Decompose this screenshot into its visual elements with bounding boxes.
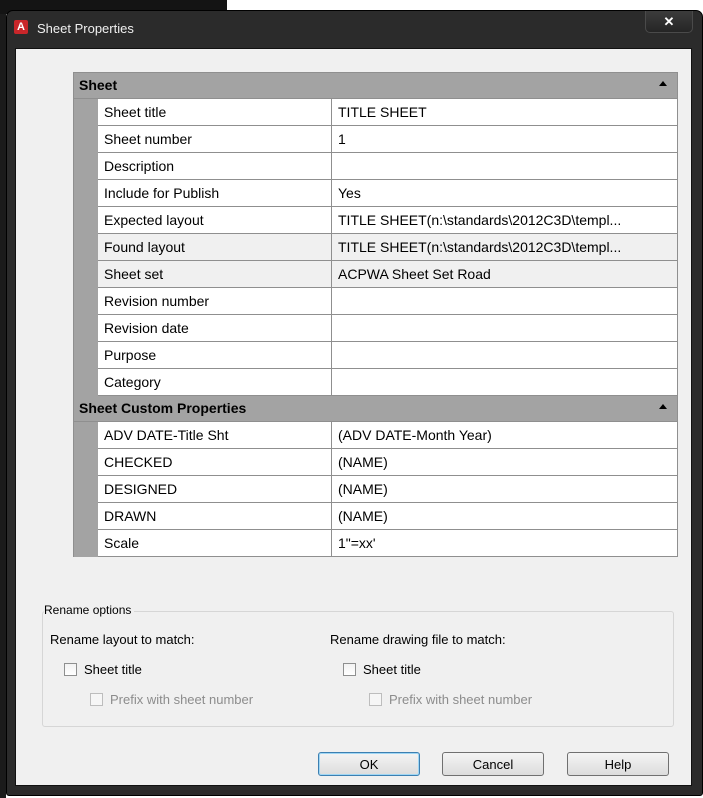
property-row[interactable]: Description (74, 153, 677, 180)
property-name[interactable]: Purpose (98, 342, 332, 369)
property-value[interactable]: (NAME) (332, 503, 677, 530)
property-name[interactable]: DESIGNED (98, 476, 332, 503)
row-gutter (74, 207, 98, 234)
ok-button[interactable]: OK (318, 752, 420, 776)
rename-file-label: Rename drawing file to match: (330, 632, 506, 647)
property-row[interactable]: Include for Publish Yes (74, 180, 677, 207)
row-gutter (74, 530, 98, 557)
property-name[interactable]: Scale (98, 530, 332, 557)
property-value[interactable]: ACPWA Sheet Set Road (332, 261, 677, 288)
row-gutter (74, 503, 98, 530)
help-button[interactable]: Help (567, 752, 669, 776)
property-row[interactable]: Purpose (74, 342, 677, 369)
property-row[interactable]: Category (74, 369, 677, 396)
layout-prefix-checkbox[interactable] (90, 693, 103, 706)
property-name[interactable]: Sheet set (98, 261, 332, 288)
property-name[interactable]: Category (98, 369, 332, 396)
layout-sheet-title-label[interactable]: Sheet title (84, 662, 142, 677)
property-value[interactable] (332, 315, 677, 342)
row-gutter (74, 261, 98, 288)
property-row[interactable]: DESIGNED (NAME) (74, 476, 677, 503)
category-sheet[interactable]: Sheet (74, 73, 677, 99)
rename-options-group: Rename options Rename layout to match: R… (42, 603, 674, 727)
property-value[interactable] (332, 153, 677, 180)
file-sheet-title-checkbox[interactable] (343, 663, 356, 676)
property-grid[interactable]: Sheet Sheet title TITLE SHEET Sheet number… (73, 72, 678, 557)
property-value[interactable]: TITLE SHEET (332, 99, 677, 126)
property-row[interactable]: Sheet set ACPWA Sheet Set Road (74, 261, 677, 288)
cancel-button[interactable]: Cancel (442, 752, 544, 776)
property-row[interactable]: Sheet number 1 (74, 126, 677, 153)
property-row[interactable]: Revision number (74, 288, 677, 315)
property-value[interactable]: Yes (332, 180, 677, 207)
file-sheet-title-label[interactable]: Sheet title (363, 662, 421, 677)
row-gutter (74, 369, 98, 396)
property-row[interactable]: Found layout TITLE SHEET(n:\standards\201… (74, 234, 677, 261)
layout-prefix-label[interactable]: Prefix with sheet number (110, 692, 253, 707)
category-label: Sheet Custom Properties (79, 400, 247, 416)
property-name[interactable]: ADV DATE-Title Sht (98, 422, 332, 449)
row-gutter (74, 288, 98, 315)
layout-sheet-title-checkbox[interactable] (64, 663, 77, 676)
property-value[interactable]: (ADV DATE-Month Year) (332, 422, 677, 449)
dialog-title: Sheet Properties (37, 21, 134, 36)
property-row[interactable]: ADV DATE-Title Sht (ADV DATE-Month Year) (74, 422, 677, 449)
property-name[interactable]: CHECKED (98, 449, 332, 476)
row-gutter (74, 315, 98, 342)
property-name[interactable]: Sheet number (98, 126, 332, 153)
rename-layout-label: Rename layout to match: (50, 632, 195, 647)
row-gutter (74, 449, 98, 476)
autocad-app-icon: A (14, 20, 28, 34)
property-name[interactable]: DRAWN (98, 503, 332, 530)
property-row[interactable]: Revision date (74, 315, 677, 342)
collapse-arrow-icon[interactable] (659, 404, 667, 409)
property-value[interactable]: TITLE SHEET(n:\standards\2012C3D\templ..… (332, 207, 677, 234)
category-sheet-custom-properties[interactable]: Sheet Custom Properties (74, 396, 677, 422)
property-name[interactable]: Expected layout (98, 207, 332, 234)
property-name[interactable]: Revision date (98, 315, 332, 342)
property-row[interactable]: Scale 1"=xx' (74, 530, 677, 557)
category-label: Sheet (79, 77, 118, 93)
property-value[interactable] (332, 342, 677, 369)
row-gutter (74, 126, 98, 153)
property-value[interactable]: (NAME) (332, 476, 677, 503)
property-value[interactable]: TITLE SHEET(n:\standards\2012C3D\templ..… (332, 234, 677, 261)
property-row[interactable]: Sheet title TITLE SHEET (74, 99, 677, 126)
property-value[interactable] (332, 369, 677, 396)
file-prefix-checkbox[interactable] (369, 693, 382, 706)
dialog-body: Sheet Sheet title TITLE SHEET Sheet number… (15, 48, 692, 786)
row-gutter (74, 476, 98, 503)
property-row[interactable]: DRAWN (NAME) (74, 503, 677, 530)
property-row[interactable]: Expected layout TITLE SHEET(n:\standards\… (74, 207, 677, 234)
row-gutter (74, 99, 98, 126)
row-gutter (74, 153, 98, 180)
rename-options-label: Rename options (44, 603, 135, 617)
property-name[interactable]: Sheet title (98, 99, 332, 126)
property-value[interactable] (332, 288, 677, 315)
property-name[interactable]: Found layout (98, 234, 332, 261)
close-button[interactable]: ✕ (645, 11, 693, 33)
title-bar[interactable]: A Sheet Properties ✕ (7, 11, 702, 48)
property-row[interactable]: CHECKED (NAME) (74, 449, 677, 476)
property-value[interactable]: (NAME) (332, 449, 677, 476)
collapse-arrow-icon[interactable] (659, 81, 667, 86)
row-gutter (74, 342, 98, 369)
sheet-properties-dialog: A Sheet Properties ✕ Sheet Sheet title TI… (6, 10, 703, 796)
property-value[interactable]: 1"=xx' (332, 530, 677, 557)
row-gutter (74, 180, 98, 207)
property-name[interactable]: Revision number (98, 288, 332, 315)
property-name[interactable]: Include for Publish (98, 180, 332, 207)
row-gutter (74, 422, 98, 449)
row-gutter (74, 234, 98, 261)
property-name[interactable]: Description (98, 153, 332, 180)
file-prefix-label[interactable]: Prefix with sheet number (389, 692, 532, 707)
property-value[interactable]: 1 (332, 126, 677, 153)
